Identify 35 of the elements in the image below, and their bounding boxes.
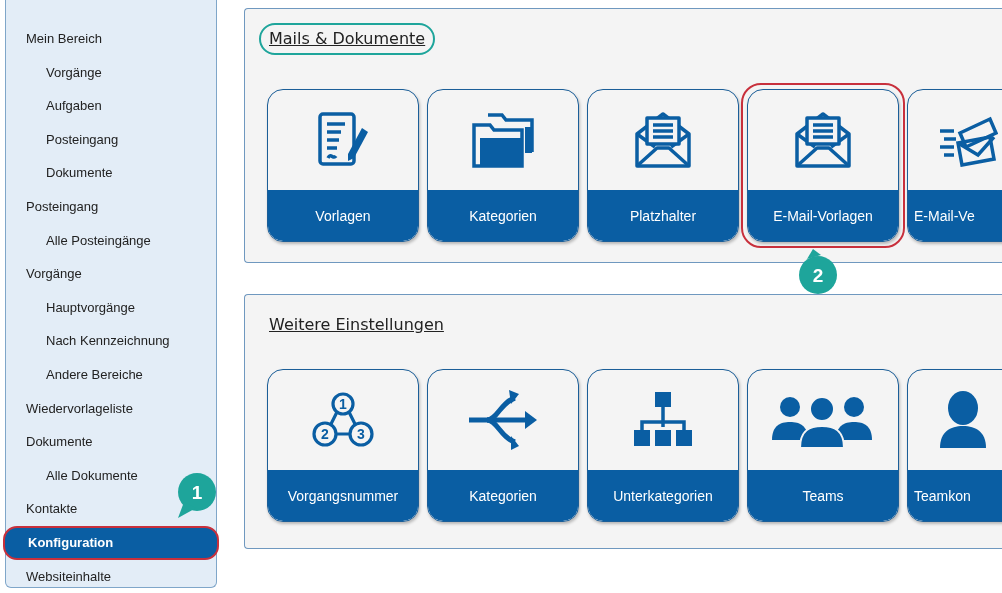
sidebar-item[interactable]: Websiteinhalte xyxy=(6,559,112,593)
settings-tile[interactable]: Kategorien xyxy=(427,89,579,242)
sidebar-item[interactable]: Posteingang xyxy=(6,189,99,224)
sidebar-item[interactable]: Alle Posteingänge xyxy=(6,223,151,258)
settings-tile[interactable]: Vorlagen xyxy=(267,89,419,242)
branching-arrows-icon xyxy=(467,390,539,450)
settings-tile[interactable]: E-Mail-Vorlagen xyxy=(747,89,899,242)
sidebar-item[interactable]: Kontakte xyxy=(6,492,78,526)
sidebar-item[interactable]: Mein Bereich xyxy=(6,22,102,56)
section-title: Mails & Dokumente xyxy=(259,23,436,55)
sidebar-item[interactable]: Dokumente xyxy=(6,425,93,459)
settings-tile[interactable]: Kategorien xyxy=(427,369,579,522)
open-envelope-icon xyxy=(793,110,853,170)
sidebar-item[interactable]: Vorgänge xyxy=(6,55,102,90)
settings-tile[interactable]: Platzhalter xyxy=(587,89,739,242)
settings-tile[interactable]: E-Mail-Ve xyxy=(907,89,1002,242)
section-title: Weitere Einstellungen xyxy=(268,314,445,336)
sidebar-item[interactable]: Posteingang xyxy=(6,122,119,157)
sidebar-item[interactable]: Alle Dokumente xyxy=(6,458,138,493)
settings-tile[interactable]: 1 2 3 Vorgangsnummer xyxy=(267,369,419,522)
open-envelope-icon xyxy=(633,110,693,170)
folders-icon xyxy=(470,111,536,169)
sidebar-item[interactable]: Andere Bereiche xyxy=(6,357,143,392)
sidebar-item[interactable]: Dokumente xyxy=(6,156,113,190)
settings-tile[interactable]: Teamkon xyxy=(907,369,1002,522)
sidebar-item[interactable]: Hauptvorgänge xyxy=(6,290,135,325)
sidebar-item[interactable]: Vorgänge xyxy=(6,257,82,291)
org-chart-icon xyxy=(632,392,694,448)
sidebar-item[interactable]: Konfiguration xyxy=(3,525,219,560)
sidebar-item[interactable]: Wiedervorlageliste xyxy=(6,391,133,426)
sidebar-item[interactable]: Nach Kennzeichnung xyxy=(6,324,170,358)
person-icon xyxy=(938,390,988,450)
settings-tile[interactable]: Unterkategorien xyxy=(587,369,739,522)
settings-tile[interactable]: Teams xyxy=(747,369,899,522)
sidebar-item[interactable]: Aufgaben xyxy=(6,89,102,123)
